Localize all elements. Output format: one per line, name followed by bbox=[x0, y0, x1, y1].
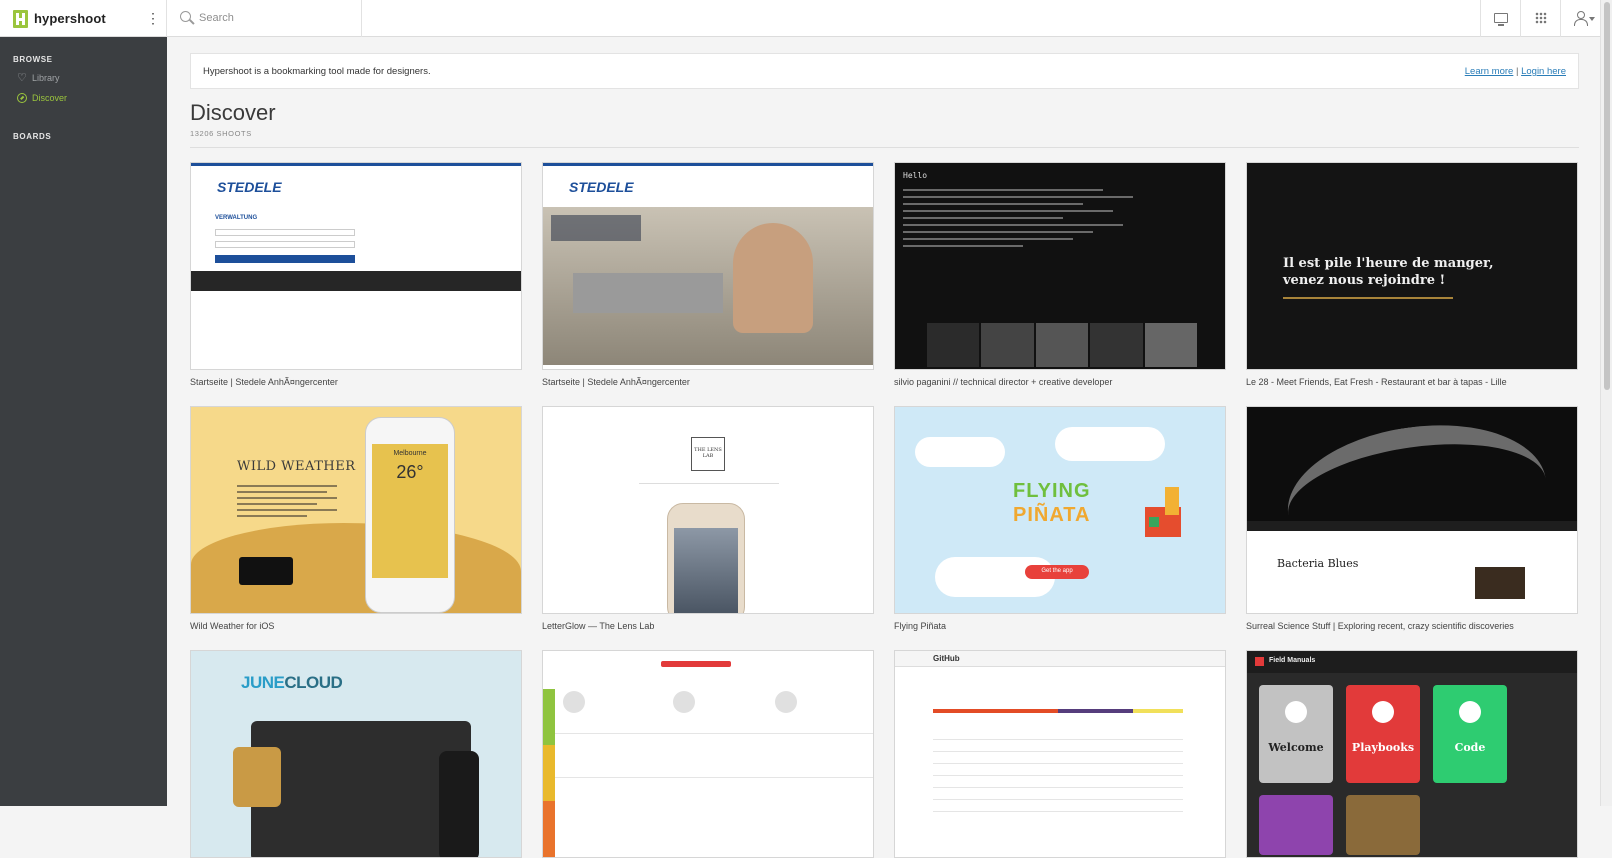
monitor-icon bbox=[1494, 13, 1508, 26]
shoot-caption[interactable]: Startseite | Stedele AnhÃ¤ngercenter bbox=[542, 377, 882, 387]
thumb-text: Il est pile l'heure de manger, venez nou… bbox=[1283, 256, 1494, 288]
shoot-caption[interactable]: Surreal Science Stuff | Exploring recent… bbox=[1246, 621, 1586, 631]
account-button[interactable] bbox=[1560, 0, 1600, 37]
sidebar-item-label: Discover bbox=[32, 93, 68, 103]
compass-icon bbox=[17, 93, 27, 103]
shoot-thumbnail[interactable]: Field Manuals Welcome Playbooks Code bbox=[1246, 650, 1578, 858]
search-icon bbox=[180, 11, 191, 22]
shoot-thumbnail[interactable]: WILD WEATHER Melbourne 26° bbox=[190, 406, 522, 614]
thumb-heading: Bacteria Blues bbox=[1277, 557, 1359, 570]
shoot-thumbnail[interactable]: Hello bbox=[894, 162, 1226, 370]
divider bbox=[190, 147, 1579, 148]
shoot-thumbnail[interactable]: FLYING PIÑATA Get the app bbox=[894, 406, 1226, 614]
shoot-thumbnail[interactable]: Il est pile l'heure de manger, venez nou… bbox=[1246, 162, 1578, 370]
shoot-thumbnail[interactable]: Bacteria Blues bbox=[1246, 406, 1578, 614]
user-icon bbox=[1574, 11, 1588, 26]
learn-more-link[interactable]: Learn more bbox=[1465, 66, 1514, 77]
shoot-thumbnail[interactable]: THE LENS LAB bbox=[542, 406, 874, 614]
scrollbar-thumb[interactable] bbox=[1604, 2, 1610, 390]
shoot-caption[interactable]: Le 28 - Meet Friends, Eat Fresh - Restau… bbox=[1246, 377, 1586, 387]
shoot-thumbnail[interactable]: STEDELE bbox=[542, 162, 874, 370]
thumb-heading: JUNECLOUD bbox=[241, 673, 343, 692]
heart-icon: ♡ bbox=[17, 72, 27, 84]
scrollbar[interactable] bbox=[1600, 0, 1612, 806]
view-mode-button[interactable] bbox=[1480, 0, 1520, 37]
shoot-thumbnail[interactable]: JUNECLOUD bbox=[190, 650, 522, 858]
page-title: Discover bbox=[190, 100, 276, 125]
brand-name: hypershoot bbox=[34, 11, 106, 26]
top-bar: hypershoot ⋮ bbox=[0, 0, 1600, 37]
shoot-caption[interactable]: Flying Piñata bbox=[894, 621, 1234, 631]
thumb-heading: Hello bbox=[903, 171, 928, 180]
login-link[interactable]: Login here bbox=[1521, 66, 1566, 77]
shoot-caption[interactable]: Wild Weather for iOS bbox=[190, 621, 530, 631]
grid-icon bbox=[1535, 12, 1547, 24]
apps-button[interactable] bbox=[1520, 0, 1560, 37]
kebab-icon[interactable]: ⋮ bbox=[146, 10, 160, 27]
shoot-caption[interactable]: Startseite | Stedele AnhÃ¤ngercenter bbox=[190, 377, 530, 387]
banner-separator: | bbox=[1515, 66, 1519, 77]
sidebar: BROWSE ♡ Library Discover BOARDS bbox=[0, 37, 167, 806]
thumb-logo: STEDELE bbox=[217, 179, 282, 195]
banner-text: Hypershoot is a bookmarking tool made fo… bbox=[203, 66, 431, 77]
hypershoot-logo-icon bbox=[13, 10, 28, 28]
boards-heading: BOARDS bbox=[13, 132, 52, 141]
thumb-heading: FLYING PIÑATA bbox=[1013, 480, 1091, 526]
search-input[interactable] bbox=[199, 9, 349, 27]
shoot-count: 13206 SHOOTS bbox=[190, 129, 252, 138]
shoot-caption[interactable]: silvio paganini // technical director + … bbox=[894, 377, 1234, 387]
thumb-heading: VERWALTUNG bbox=[215, 215, 258, 221]
browse-heading: BROWSE bbox=[13, 55, 53, 64]
thumb-logo: STEDELE bbox=[569, 179, 634, 195]
banner-links: Learn more | Login here bbox=[1465, 66, 1566, 77]
shoot-caption[interactable]: LetterGlow — The Lens Lab bbox=[542, 621, 882, 631]
sidebar-item-label: Library bbox=[32, 73, 60, 83]
info-banner: Hypershoot is a bookmarking tool made fo… bbox=[190, 53, 1579, 89]
search-box[interactable] bbox=[167, 0, 362, 37]
shoot-thumbnail[interactable]: GitHub bbox=[894, 650, 1226, 858]
shoot-thumbnail[interactable]: STEDELE VERWALTUNG bbox=[190, 162, 522, 370]
caret-down-icon bbox=[1589, 17, 1595, 21]
shoot-thumbnail[interactable] bbox=[542, 650, 874, 858]
brand[interactable]: hypershoot ⋮ bbox=[0, 0, 167, 37]
thumb-heading: WILD WEATHER bbox=[237, 459, 356, 474]
